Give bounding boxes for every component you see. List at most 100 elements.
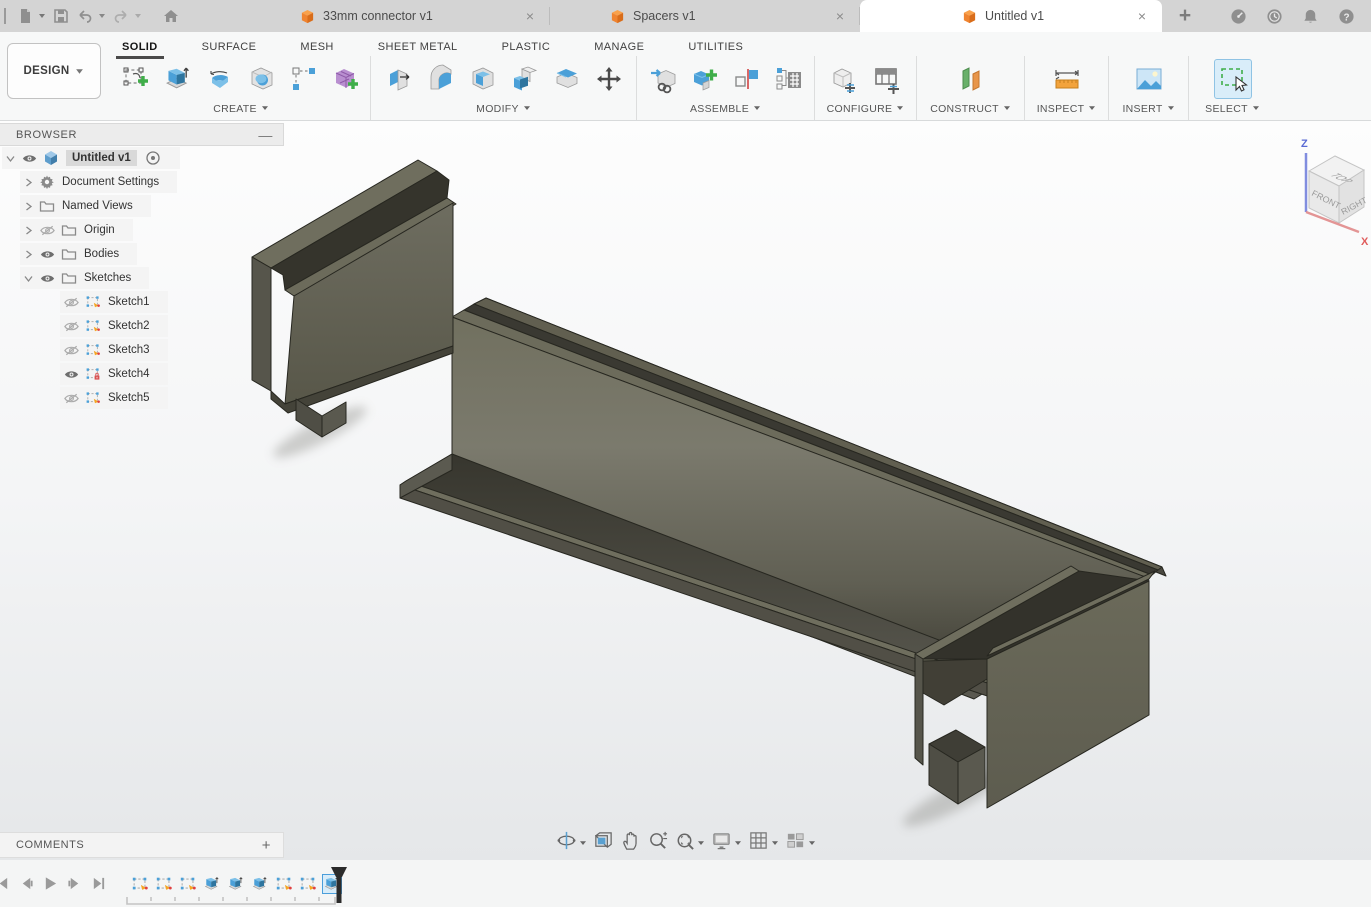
- play-button[interactable]: [41, 875, 60, 893]
- browser-row-sketch4[interactable]: Sketch4: [0, 362, 284, 386]
- chevron-down-icon[interactable]: [734, 834, 742, 852]
- chevron-down-icon[interactable]: [697, 834, 705, 852]
- browser-item-label[interactable]: Bodies: [84, 248, 119, 260]
- redo-button[interactable]: [110, 5, 132, 27]
- ribbon-tab-solid[interactable]: SOLID: [120, 36, 160, 57]
- hole-icon[interactable]: [243, 59, 281, 99]
- orbit-button[interactable]: [556, 830, 587, 856]
- timeline-feature-extrude-4[interactable]: [202, 874, 222, 894]
- browser-row-sketch2[interactable]: Sketch2: [0, 314, 284, 338]
- visibility-on-icon[interactable]: [18, 150, 40, 167]
- activate-component-radio[interactable]: [145, 150, 162, 166]
- home-icon[interactable]: [160, 5, 182, 27]
- browser-item-label[interactable]: Sketch5: [108, 392, 150, 404]
- fit-button[interactable]: [674, 830, 705, 856]
- document-tab-active[interactable]: Untitled v1 ×: [860, 0, 1162, 32]
- visibility-on-icon[interactable]: [60, 366, 82, 383]
- expand-icon[interactable]: [20, 202, 36, 211]
- browser-row-untitled-v1[interactable]: Untitled v1: [0, 146, 284, 170]
- grid-button[interactable]: [748, 830, 779, 856]
- group-label-assemble[interactable]: ASSEMBLE: [690, 100, 761, 120]
- collapse-icon[interactable]: [2, 154, 18, 163]
- document-tab-2[interactable]: Spacers v1 ×: [550, 0, 860, 32]
- visibility-off-icon[interactable]: [60, 318, 82, 335]
- undo-caret[interactable]: [98, 5, 108, 27]
- timeline-feature-sketch-8[interactable]: [298, 874, 318, 894]
- close-tab-icon[interactable]: ×: [830, 8, 850, 24]
- job-status-icon[interactable]: [1263, 5, 1285, 27]
- browser-item-label[interactable]: Untitled v1: [66, 150, 137, 166]
- group-label-inspect[interactable]: INSPECT: [1037, 100, 1097, 120]
- notifications-bell-icon[interactable]: [1299, 5, 1321, 27]
- file-menu-icon[interactable]: [14, 5, 36, 27]
- extensions-icon[interactable]: [1227, 5, 1249, 27]
- timeline-feature-sketch-1[interactable]: [130, 874, 150, 894]
- browser-item-label[interactable]: Document Settings: [62, 176, 159, 188]
- workspace-switcher[interactable]: DESIGN: [7, 43, 101, 99]
- timeline-feature-sketch-3[interactable]: [178, 874, 198, 894]
- ribbon-tab-mesh[interactable]: MESH: [298, 36, 335, 57]
- group-label-create[interactable]: CREATE: [213, 100, 269, 120]
- comments-panel[interactable]: COMMENTS +: [0, 832, 284, 858]
- combine-icon[interactable]: [506, 59, 544, 99]
- browser-item-label[interactable]: Sketches: [84, 272, 131, 284]
- expand-icon[interactable]: [20, 226, 36, 235]
- fillet-icon[interactable]: [422, 59, 460, 99]
- group-label-configure[interactable]: CONFIGURE: [827, 100, 905, 120]
- add-comment-icon[interactable]: +: [262, 837, 271, 854]
- browser-row-sketches[interactable]: Sketches: [0, 266, 284, 290]
- save-button[interactable]: [50, 5, 72, 27]
- visibility-off-icon[interactable]: [60, 390, 82, 407]
- visibility-off-icon[interactable]: [36, 222, 58, 239]
- ribbon-tab-manage[interactable]: MANAGE: [592, 36, 646, 57]
- numbering-icon[interactable]: [770, 59, 808, 99]
- look-at-button[interactable]: [593, 830, 614, 856]
- move-copy-icon[interactable]: [590, 59, 628, 99]
- revolve-icon[interactable]: [201, 59, 239, 99]
- step-back-button[interactable]: [17, 875, 36, 893]
- document-tab-1[interactable]: 33mm connector v1 ×: [240, 0, 550, 32]
- browser-row-bodies[interactable]: Bodies: [0, 242, 284, 266]
- browser-item-label[interactable]: Sketch4: [108, 368, 150, 380]
- help-icon[interactable]: ?: [1335, 5, 1357, 27]
- ribbon-tab-sheet-metal[interactable]: SHEET METAL: [376, 36, 460, 57]
- close-tab-icon[interactable]: ×: [520, 8, 540, 24]
- configuration-icon[interactable]: [826, 59, 864, 99]
- step-forward-button[interactable]: [65, 875, 84, 893]
- new-component-icon[interactable]: [686, 59, 724, 99]
- visibility-on-icon[interactable]: [36, 270, 58, 287]
- browser-item-label[interactable]: Named Views: [62, 200, 133, 212]
- timeline-playhead[interactable]: [330, 866, 348, 904]
- browser-row-sketch3[interactable]: Sketch3: [0, 338, 284, 362]
- 3d-viewport[interactable]: TOP FRONT RIGHT Z X BROWSER — Untitled v…: [0, 121, 1371, 860]
- chevron-down-icon[interactable]: [771, 834, 779, 852]
- group-label-modify[interactable]: MODIFY: [476, 100, 531, 120]
- browser-row-document-settings[interactable]: Document Settings: [0, 170, 284, 194]
- go-to-start-button[interactable]: [0, 875, 12, 893]
- model-geometry[interactable]: [252, 160, 1166, 808]
- minimize-browser-icon[interactable]: —: [258, 127, 273, 143]
- collapse-icon[interactable]: [20, 274, 36, 283]
- browser-row-sketch5[interactable]: Sketch5: [0, 386, 284, 410]
- browser-item-label[interactable]: Sketch2: [108, 320, 150, 332]
- browser-item-label[interactable]: Origin: [84, 224, 115, 236]
- zoom-button[interactable]: [647, 830, 668, 856]
- browser-row-origin[interactable]: Origin: [0, 218, 284, 242]
- timeline-feature-sketch-2[interactable]: [154, 874, 174, 894]
- configuration-table-icon[interactable]: [868, 59, 906, 99]
- press-pull-icon[interactable]: [380, 59, 418, 99]
- expand-icon[interactable]: [20, 250, 36, 259]
- measure-icon[interactable]: [1048, 59, 1086, 99]
- browser-header[interactable]: BROWSER —: [0, 123, 284, 146]
- timeline-feature-sketch-7[interactable]: [274, 874, 294, 894]
- viewports-button[interactable]: [785, 830, 816, 856]
- chevron-down-icon[interactable]: [579, 834, 587, 852]
- visibility-off-icon[interactable]: [60, 294, 82, 311]
- create-form-icon[interactable]: [327, 59, 365, 99]
- create-sketch-icon[interactable]: [117, 59, 155, 99]
- chevron-down-icon[interactable]: [808, 834, 816, 852]
- undo-button[interactable]: [74, 5, 96, 27]
- new-document-tab-button[interactable]: +: [1162, 0, 1208, 32]
- close-tab-icon[interactable]: ×: [1132, 8, 1152, 24]
- extrude-icon[interactable]: [159, 59, 197, 99]
